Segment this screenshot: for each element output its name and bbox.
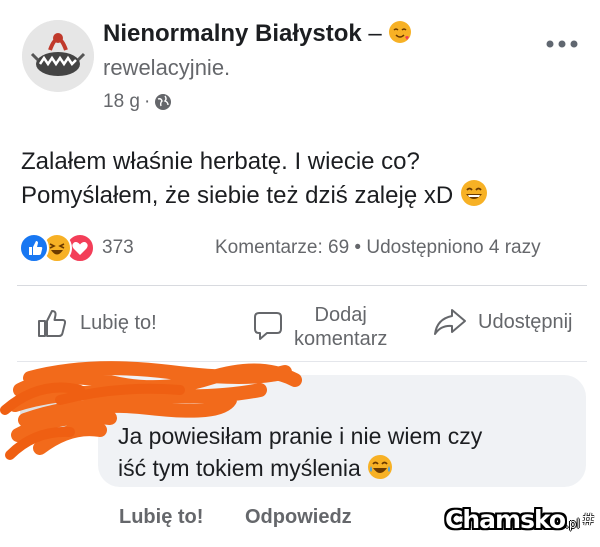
divider	[17, 285, 587, 286]
post-text-line-2-content: Pomyślałem, że siebie też dziś zaleję xD	[21, 182, 454, 209]
post-text-line-2: Pomyślałem, że siebie też dziś zaleję xD	[21, 179, 581, 213]
page-avatar[interactable]	[22, 20, 94, 92]
separator: –	[368, 20, 382, 47]
watermark-brand: Chamsko	[445, 504, 566, 534]
comment-button[interactable]: Dodaj komentarz	[250, 303, 387, 351]
avatar-logo-icon	[22, 20, 94, 92]
meta-dot: ·	[143, 91, 151, 112]
reaction-count: 373	[102, 237, 134, 258]
comment-label: Dodaj komentarz	[294, 303, 387, 351]
share-icon	[434, 309, 466, 335]
post-text-line-1: Zalałem właśnie herbatę. I wiecie co?	[21, 148, 420, 175]
like-reaction-icon	[19, 233, 49, 263]
page-name[interactable]: Nienormalny Białystok –	[103, 20, 412, 48]
more-options-button[interactable]	[545, 28, 579, 56]
share-button[interactable]: Udostępnij	[432, 306, 573, 338]
comment-label-line-1: Dodaj	[314, 304, 367, 326]
post-text: Zalałem właśnie herbatę. I wiecie co? Po…	[21, 145, 581, 213]
globe-icon	[155, 94, 172, 110]
like-button[interactable]: Lubię to!	[36, 306, 157, 340]
comment-like-button[interactable]: Lubię to!	[119, 506, 203, 529]
comment-label-line-2: komentarz	[294, 328, 388, 350]
post-meta: 18 g ·	[103, 91, 172, 113]
feeling-text: rewelacyjnie.	[103, 55, 231, 80]
laughing-emoji-icon	[368, 455, 393, 479]
comment-avatar[interactable]	[20, 380, 80, 440]
like-label: Lubię to!	[80, 311, 157, 334]
watermark-suffix: .pl	[565, 517, 580, 531]
thumbs-up-icon	[38, 310, 67, 337]
post-stats[interactable]: Komentarze: 69 • Udostępniono 4 razy	[215, 237, 541, 259]
comment-text-line-1: Ja powiesiłam pranie i nie wiem czy	[118, 423, 483, 449]
comment-text-line-2: iść tym tokiem myślenia	[118, 452, 558, 484]
reactions-summary[interactable]: 373	[19, 233, 134, 263]
share-label: Udostępnij	[478, 310, 573, 333]
more-icon	[546, 40, 578, 48]
grinning-emoji-icon	[460, 180, 487, 206]
page-name-link[interactable]: Nienormalny Białystok	[103, 20, 362, 47]
comment-text-line-2-content: iść tym tokiem myślenia	[118, 455, 361, 481]
hash-icon	[582, 512, 595, 526]
comment-icon	[254, 312, 282, 340]
feeling-emoji-icon	[389, 21, 412, 43]
divider	[17, 361, 587, 362]
comment-reply-button[interactable]: Odpowiedz	[245, 506, 352, 529]
comment-text: Ja powiesiłam pranie i nie wiem czy iść …	[118, 420, 558, 484]
post-time[interactable]: 18 g	[103, 91, 140, 113]
watermark-logo: Chamsko .pl	[445, 497, 595, 541]
